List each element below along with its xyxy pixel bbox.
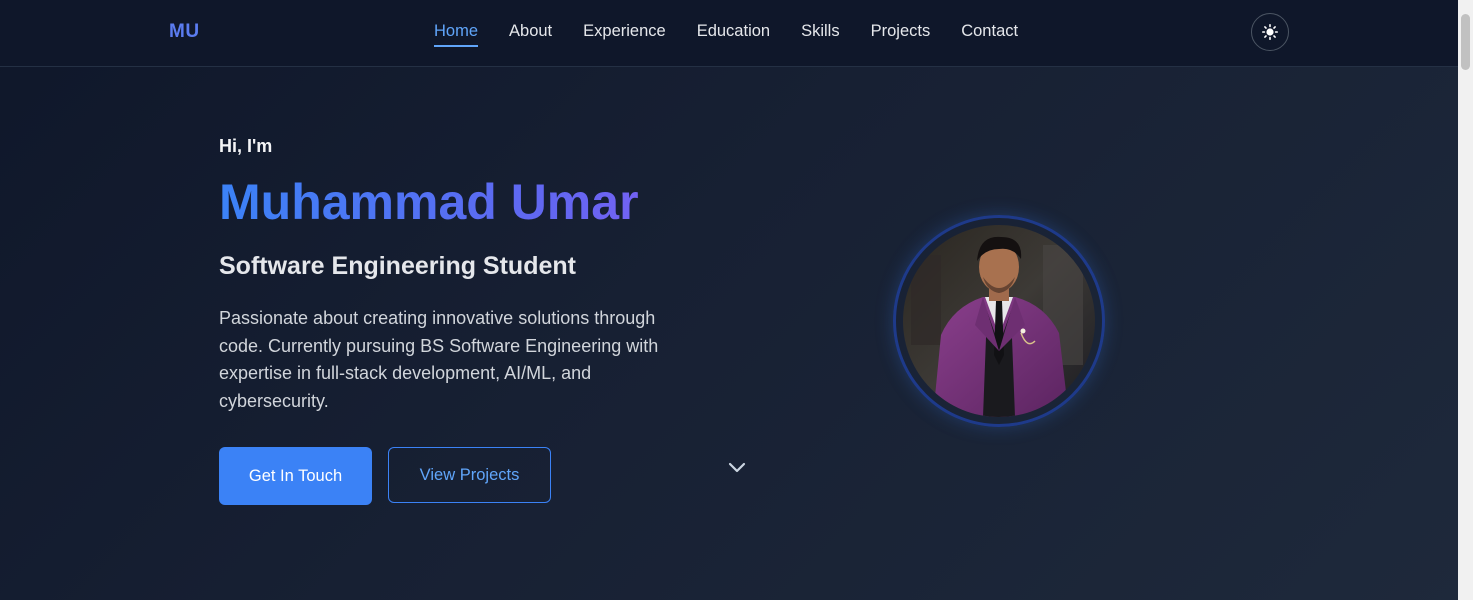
top-navbar: MU Home About Experience Education Skill… bbox=[0, 0, 1458, 67]
hero-buttons: Get In Touch View Projects bbox=[219, 447, 779, 505]
nav-link-projects[interactable]: Projects bbox=[871, 22, 931, 47]
sun-icon bbox=[1262, 24, 1278, 40]
theme-toggle-button[interactable] bbox=[1251, 13, 1289, 51]
hero-greeting: Hi, I'm bbox=[219, 136, 273, 156]
page-scrollbar[interactable] bbox=[1458, 0, 1473, 600]
hero-section: Hi, I'm Muhammad Umar Software Engineeri… bbox=[219, 136, 779, 505]
nav-link-experience[interactable]: Experience bbox=[583, 22, 666, 47]
scrollbar-thumb[interactable] bbox=[1461, 14, 1470, 70]
nav-link-about[interactable]: About bbox=[509, 22, 552, 47]
chevron-down-icon bbox=[728, 462, 746, 473]
profile-photo bbox=[903, 225, 1095, 417]
hero-name: Muhammad Umar bbox=[219, 175, 779, 230]
view-projects-button[interactable]: View Projects bbox=[388, 447, 551, 503]
nav-links: Home About Experience Education Skills P… bbox=[434, 22, 1049, 47]
nav-link-contact[interactable]: Contact bbox=[961, 22, 1018, 47]
avatar bbox=[903, 225, 1095, 417]
nav-link-home[interactable]: Home bbox=[434, 22, 479, 47]
site-logo[interactable]: MU bbox=[169, 21, 200, 43]
hero-role: Software Engineering Student bbox=[219, 252, 576, 280]
scroll-down-button[interactable] bbox=[726, 458, 748, 478]
avatar-frame bbox=[893, 215, 1105, 427]
get-in-touch-button[interactable]: Get In Touch bbox=[219, 447, 372, 505]
nav-link-education[interactable]: Education bbox=[697, 22, 770, 47]
hero-bio: Passionate about creating innovative sol… bbox=[219, 308, 659, 411]
nav-link-skills[interactable]: Skills bbox=[801, 22, 840, 47]
